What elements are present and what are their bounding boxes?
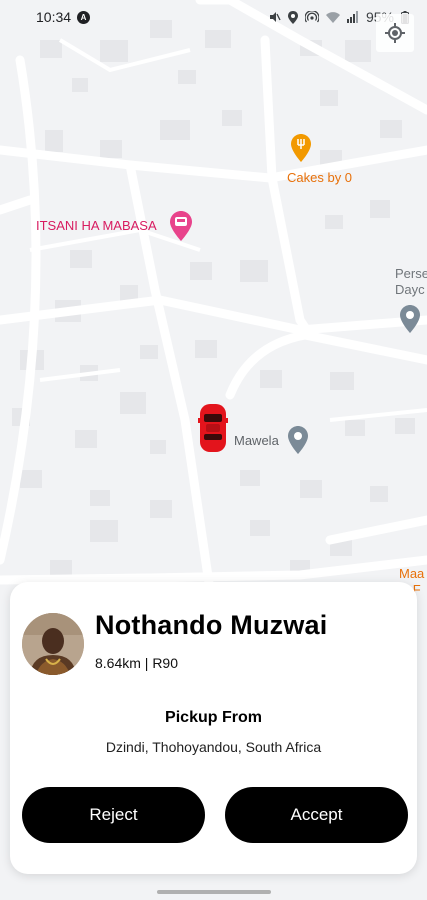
poi-cakes-label[interactable]: Cakes by 0 bbox=[287, 170, 352, 185]
signal-icon bbox=[346, 11, 358, 23]
place-pin-icon[interactable] bbox=[400, 305, 420, 333]
status-time: 10:34 bbox=[36, 9, 72, 25]
home-indicator[interactable] bbox=[157, 890, 271, 894]
driver-name: Nothando Muzwai bbox=[95, 610, 328, 640]
accept-button[interactable]: Accept bbox=[225, 787, 408, 843]
avatar bbox=[22, 613, 84, 675]
my-location-icon bbox=[385, 23, 405, 43]
restaurant-pin-icon[interactable] bbox=[291, 134, 311, 162]
poi-itsani-label[interactable]: ITSANI HA MABASA bbox=[36, 218, 157, 233]
location-icon bbox=[287, 10, 298, 24]
ride-request-card: Nothando Muzwai 8.64km | R90 Pickup From… bbox=[10, 582, 417, 874]
poi-mawela-label[interactable]: Mawela bbox=[234, 433, 279, 448]
mute-icon bbox=[269, 12, 281, 22]
trip-distance-fare: 8.64km | R90 bbox=[95, 655, 179, 671]
wifi-icon bbox=[325, 11, 340, 23]
pickup-label: Pickup From bbox=[165, 709, 262, 726]
navigation-a-icon: A bbox=[77, 10, 91, 24]
reject-button[interactable]: Reject bbox=[22, 787, 205, 843]
pickup-address: Dzindi, Thohoyandou, South Africa bbox=[105, 739, 322, 755]
car-marker-icon bbox=[198, 404, 228, 452]
place-pin-icon[interactable] bbox=[288, 426, 308, 454]
poi-perse-label[interactable]: Perse Dayc bbox=[395, 266, 427, 298]
hotspot-icon bbox=[304, 11, 319, 23]
my-location-button[interactable] bbox=[376, 14, 414, 52]
status-bar: 10:34 A 95% bbox=[0, 0, 427, 34]
bus-pin-icon[interactable] bbox=[170, 211, 192, 241]
